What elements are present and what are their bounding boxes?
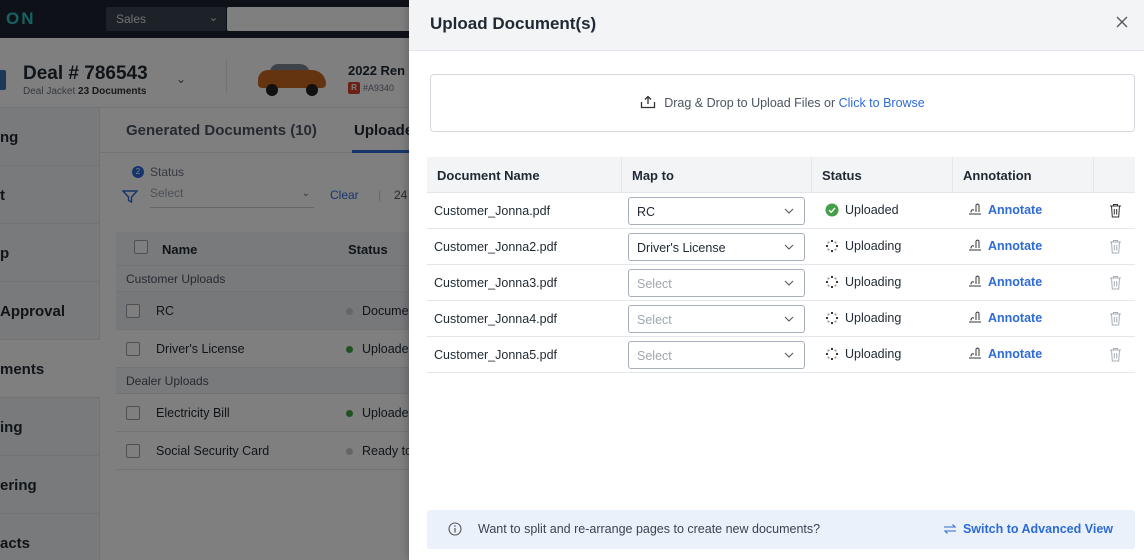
spinner-icon <box>825 239 839 253</box>
trash-icon[interactable] <box>1109 203 1122 218</box>
advanced-view-prompt: Want to split and re-arrange pages to cr… <box>478 522 821 536</box>
map-to-select[interactable]: Driver's License <box>628 233 805 261</box>
column-header-annotation: Annotation <box>953 157 1094 193</box>
drawer-header: Upload Document(s) <box>409 0 1144 51</box>
annotate-button[interactable]: Annotate <box>968 239 1042 253</box>
annotate-label: Annotate <box>988 203 1043 217</box>
chevron-down-icon <box>784 208 794 214</box>
trash-icon[interactable] <box>1109 347 1122 362</box>
annotate-icon <box>969 239 981 251</box>
annotate-label: Annotate <box>988 311 1043 325</box>
column-header-actions <box>1094 157 1135 193</box>
info-icon <box>448 522 462 536</box>
upload-status-label: Uploading <box>845 239 902 253</box>
upload-status: Uploading <box>825 311 901 325</box>
map-to-value: Select <box>637 349 672 363</box>
chevron-down-icon <box>784 280 794 286</box>
map-to-value: Select <box>637 277 672 291</box>
chevron-down-icon <box>784 244 794 250</box>
spinner-icon <box>825 311 839 325</box>
upload-status: Uploaded <box>825 203 899 217</box>
file-name: Customer_Jonna2.pdf <box>434 240 557 254</box>
upload-status: Uploading <box>825 239 901 253</box>
map-to-value: Driver's License <box>637 241 726 255</box>
spinner-icon <box>825 275 839 289</box>
upload-documents-drawer: Upload Document(s) Drag & Drop to Upload… <box>409 0 1144 560</box>
upload-icon <box>641 95 656 109</box>
table-row: Customer_Jonna4.pdf Select Uploading Annota… <box>427 301 1135 337</box>
annotate-label: Annotate <box>988 239 1043 253</box>
annotate-button[interactable]: Annotate <box>968 275 1042 289</box>
switch-advanced-view-label: Switch to Advanced View <box>962 522 1113 536</box>
map-to-select[interactable]: Select <box>628 305 805 333</box>
upload-status: Uploading <box>825 275 901 289</box>
upload-status: Uploading <box>825 347 901 361</box>
table-row: Customer_Jonna2.pdf Driver's License Uploa… <box>427 229 1135 265</box>
check-circle-icon <box>825 203 839 217</box>
annotate-icon <box>969 203 981 215</box>
map-to-value: Select <box>637 313 672 327</box>
annotate-label: Annotate <box>988 347 1043 361</box>
table-row: Customer_Jonna3.pdf Select Uploading Annota… <box>427 265 1135 301</box>
map-to-select[interactable]: Select <box>628 269 805 297</box>
file-dropzone[interactable]: Drag & Drop to Upload Files or Click to … <box>430 74 1135 132</box>
map-to-select[interactable]: RC <box>628 197 805 225</box>
browse-link[interactable]: Click to Browse <box>839 96 925 110</box>
table-row: Customer_Jonna5.pdf Select Uploading Annota… <box>427 337 1135 373</box>
map-to-select[interactable]: Select <box>628 341 805 369</box>
column-header-map-to: Map to <box>622 157 812 193</box>
drawer-title: Upload Document(s) <box>430 14 597 33</box>
file-name: Customer_Jonna3.pdf <box>434 276 557 290</box>
file-name: Customer_Jonna5.pdf <box>434 348 557 362</box>
switch-advanced-view-link[interactable]: Switch to Advanced View <box>943 522 1113 536</box>
upload-status-label: Uploading <box>845 311 902 325</box>
upload-status-label: Uploading <box>845 275 902 289</box>
chevron-down-icon <box>784 316 794 322</box>
table-header: Document Name Map to Status Annotation <box>427 157 1135 193</box>
spinner-icon <box>825 347 839 361</box>
close-icon[interactable] <box>1114 14 1130 30</box>
table-row: Customer_Jonna.pdf RC Uploaded Annotate <box>427 193 1135 229</box>
chevron-down-icon <box>784 352 794 358</box>
column-header-document-name: Document Name <box>427 157 622 193</box>
annotate-icon <box>969 275 981 287</box>
map-to-value: RC <box>637 205 656 219</box>
upload-status-label: Uploading <box>845 347 902 361</box>
trash-icon[interactable] <box>1109 311 1122 326</box>
file-name: Customer_Jonna4.pdf <box>434 312 557 326</box>
dropzone-text: Drag & Drop to Upload Files or <box>664 96 839 110</box>
trash-icon[interactable] <box>1109 275 1122 290</box>
upload-status-label: Uploaded <box>845 203 899 217</box>
advanced-view-banner: Want to split and re-arrange pages to cr… <box>427 510 1135 549</box>
annotate-button[interactable]: Annotate <box>968 311 1042 325</box>
annotate-label: Annotate <box>988 275 1043 289</box>
switch-arrows-icon <box>943 524 957 534</box>
annotate-button[interactable]: Annotate <box>968 203 1042 217</box>
annotate-icon <box>969 347 981 359</box>
trash-icon[interactable] <box>1109 239 1122 254</box>
file-name: Customer_Jonna.pdf <box>434 204 551 218</box>
annotate-icon <box>969 311 981 323</box>
column-header-status: Status <box>812 157 953 193</box>
annotate-button[interactable]: Annotate <box>968 347 1042 361</box>
